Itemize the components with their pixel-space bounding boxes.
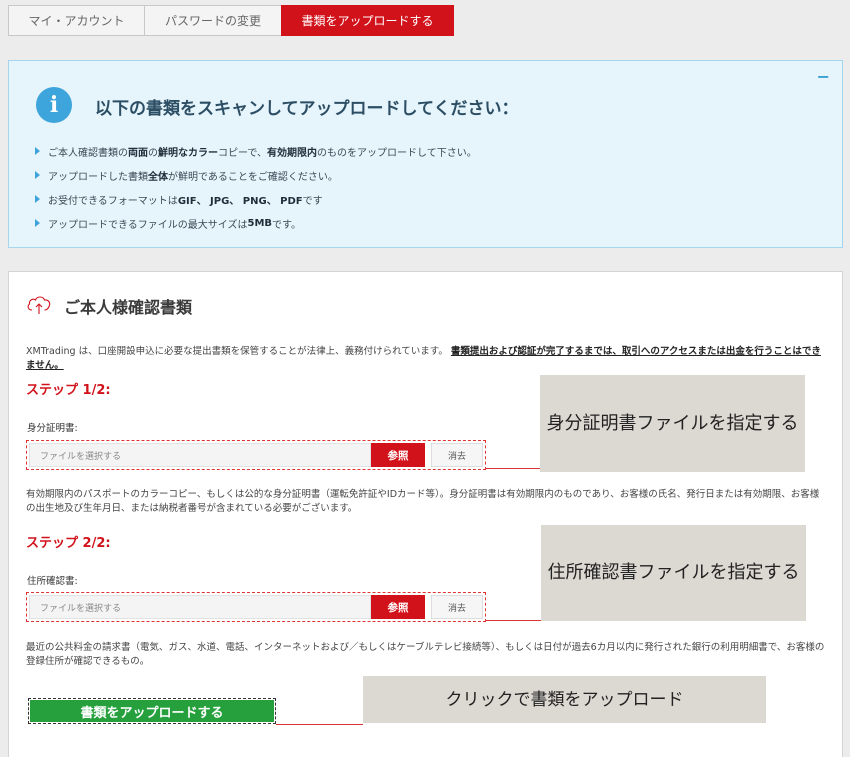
legal-notice: XMTrading は、口座開設申込に必要な提出書類を保管することが法律上、義務… [26,346,821,371]
address-document-callout: 住所確認書ファイルを指定する [541,525,806,621]
address-document-browse-button[interactable]: 参照 [371,595,425,619]
address-document-file-row: ファイルを選択する 参照 消去 [26,592,486,622]
list-item: アップロードできるファイルの最大サイズは 5MB です。 [35,211,477,235]
step-2-title: ステップ 2/2: [26,536,111,551]
id-document-browse-button[interactable]: 参照 [371,443,425,467]
bullet-arrow-icon [35,171,40,179]
address-document-description: 最近の公共料金の請求書（電気、ガス、水道、電話、インターネットおよび／もしくはケ… [26,642,825,667]
instructions-list: ご本人確認書類の 両面 の 鮮明なカラー コピーで、 有効期限内 のものをアップ… [35,139,477,235]
bullet-arrow-icon [35,147,40,155]
id-document-description: 有効期限内のパスポートのカラーコピー、もしくは公的な身分証明書（運転免許証やID… [26,489,820,514]
upload-documents-button-label: 書類をアップロードする [30,700,274,722]
callout-connector [486,620,541,621]
bullet-arrow-icon [35,195,40,203]
id-document-callout: 身分証明書ファイルを指定する [540,375,805,472]
cloud-upload-icon [27,296,51,314]
bullet-arrow-icon [35,219,40,227]
instructions-title: 以下の書類をスキャンしてアップロードしてください： [95,99,519,119]
list-item: ご本人確認書類の 両面 の 鮮明なカラー コピーで、 有効期限内 のものをアップ… [35,139,477,163]
tab-my-account[interactable]: マイ・アカウント [8,5,145,36]
tab-upload-documents[interactable]: 書類をアップロードする [281,5,454,36]
callout-connector [276,724,363,725]
callout-connector [486,468,541,469]
identity-documents-card: ご本人様確認書類 XMTrading は、口座開設申込に必要な提出書類を保管する… [8,271,843,757]
account-tabs: マイ・アカウント パスワードの変更 書類をアップロードする [8,5,454,36]
info-icon: i [36,87,72,123]
address-document-label: 住所確認書: [27,576,78,587]
collapse-icon[interactable]: − [817,67,830,86]
tab-change-password[interactable]: パスワードの変更 [144,5,282,36]
address-document-clear-button[interactable]: 消去 [431,595,483,619]
step-1-title: ステップ 1/2: [26,383,111,398]
section-heading: ご本人様確認書類 [64,298,193,317]
id-document-clear-button[interactable]: 消去 [431,443,483,467]
address-document-file-input[interactable]: ファイルを選択する [29,595,371,619]
upload-documents-button[interactable]: 書類をアップロードする [28,698,276,724]
list-item: アップロードした書類 全体 が鮮明であることをご確認ください。 [35,163,477,187]
id-document-file-row: ファイルを選択する 参照 消去 [26,440,486,470]
upload-callout: クリックで書類をアップロード [363,676,766,723]
id-document-label: 身分証明書: [27,423,78,434]
instructions-panel: − i 以下の書類をスキャンしてアップロードしてください： ご本人確認書類の 両… [8,60,843,248]
id-document-file-input[interactable]: ファイルを選択する [29,443,371,467]
list-item: お受付できるフォーマットは GIF、 JPG、 PNG、 PDF です [35,187,477,211]
